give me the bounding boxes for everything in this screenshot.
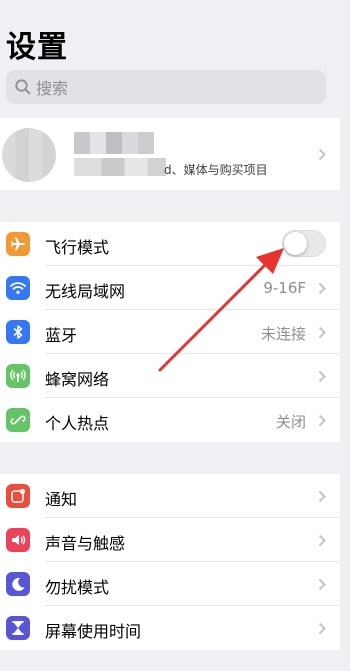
personal-hotspot-row[interactable]: 个人热点 关闭	[0, 398, 340, 442]
toggle-knob	[284, 232, 307, 255]
row-label: 屏幕使用时间	[45, 622, 142, 641]
chevron-right-icon	[318, 370, 326, 383]
airplane-mode-toggle[interactable]	[282, 230, 326, 257]
search-placeholder: 搜索	[36, 79, 69, 98]
cellular-row[interactable]: 蜂窝网络	[0, 354, 340, 398]
airplane-mode-row: 飞行模式	[0, 222, 340, 266]
chevron-right-icon	[318, 282, 326, 295]
wifi-icon	[6, 276, 30, 300]
do-not-disturb-row[interactable]: 勿扰模式	[0, 562, 340, 606]
chevron-right-icon	[318, 326, 326, 339]
moon-icon	[6, 572, 30, 596]
row-label: 勿扰模式	[45, 578, 110, 597]
profile-subtitle: d、媒体与购买项目	[164, 163, 268, 177]
row-label: 通知	[45, 490, 78, 509]
row-label: 声音与触感	[45, 534, 126, 553]
chevron-right-icon	[318, 534, 326, 547]
sounds-haptics-row[interactable]: 声音与触感	[0, 518, 340, 562]
blurred-name	[74, 132, 154, 154]
row-label: 蜂窝网络	[45, 370, 110, 389]
row-label: 个人热点	[45, 414, 110, 433]
avatar	[2, 128, 56, 182]
apple-id-profile-row[interactable]: d、媒体与购买项目	[0, 118, 340, 190]
hotspot-icon	[6, 408, 30, 432]
search-icon	[15, 79, 31, 95]
sound-icon	[6, 528, 30, 552]
cellular-icon	[6, 364, 30, 388]
screen-time-row[interactable]: 屏幕使用时间	[0, 606, 340, 650]
chevron-right-icon	[318, 578, 326, 591]
hotspot-value: 关闭	[275, 413, 306, 431]
notifications-icon	[6, 484, 30, 508]
chevron-right-icon	[318, 622, 326, 635]
system-group: 通知 声音与触感 勿扰模式 屏幕使用时间	[0, 474, 340, 650]
bluetooth-value: 未连接	[260, 325, 306, 343]
airplane-icon	[6, 232, 30, 256]
row-label: 飞行模式	[45, 238, 110, 257]
bluetooth-icon	[6, 320, 30, 344]
page-title: 设置	[6, 30, 68, 65]
search-bar[interactable]: 搜索	[6, 70, 326, 104]
row-label: 无线局域网	[45, 282, 126, 301]
notifications-row[interactable]: 通知	[0, 474, 340, 518]
wifi-value: 9-16F	[263, 279, 306, 297]
wifi-row[interactable]: 无线局域网 9-16F	[0, 266, 340, 310]
chevron-right-icon	[318, 490, 326, 503]
chevron-right-icon	[318, 148, 326, 161]
chevron-right-icon	[318, 414, 326, 427]
hourglass-icon	[6, 616, 30, 640]
connectivity-group: 飞行模式 无线局域网 9-16F 蓝牙 未连接 蜂窝网络 个人热点 关闭	[0, 222, 340, 442]
row-label: 蓝牙	[45, 326, 78, 345]
blurred-subtitle	[74, 158, 166, 176]
bluetooth-row[interactable]: 蓝牙 未连接	[0, 310, 340, 354]
